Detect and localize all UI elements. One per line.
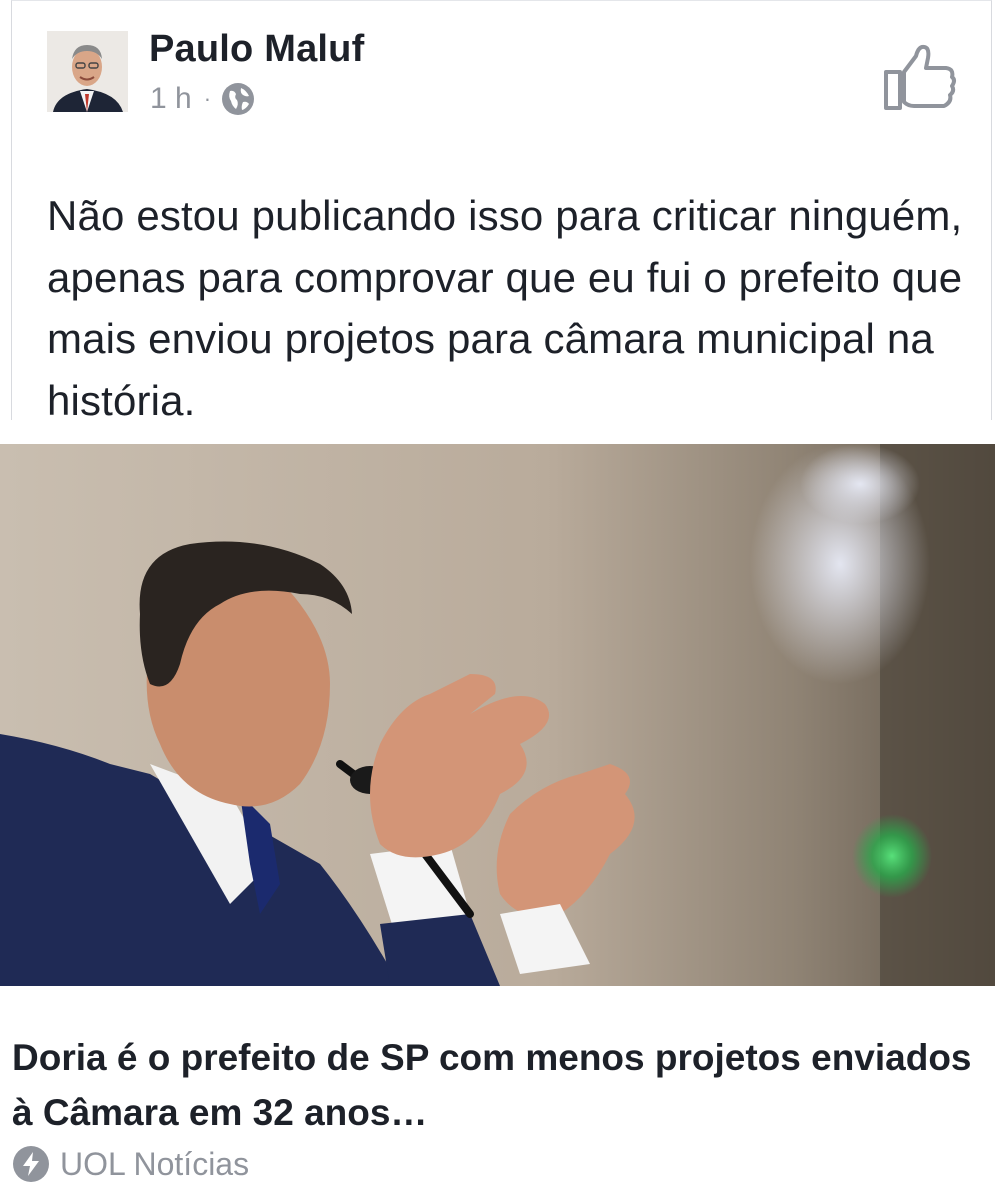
link-headline[interactable]: Doria é o prefeito de SP com menos proje… [12, 1030, 972, 1140]
meta-separator: · [203, 86, 212, 111]
post-text: Não estou publicando isso para criticar … [47, 192, 963, 424]
globe-icon [222, 83, 255, 115]
author-name[interactable]: Paulo Maluf [149, 28, 364, 71]
speaker-photo [0, 444, 995, 986]
avatar-portrait [47, 31, 128, 112]
author-avatar[interactable] [47, 31, 128, 112]
post-timestamp[interactable]: 1 h [150, 82, 192, 116]
link-source: UOL Notícias [12, 1142, 249, 1186]
link-preview-image[interactable] [0, 444, 995, 986]
lightning-bolt-icon [13, 1146, 49, 1182]
post-meta: 1 h · [150, 80, 255, 118]
thumbs-up-icon[interactable] [880, 42, 958, 114]
link-source-name: UOL Notícias [60, 1145, 250, 1182]
